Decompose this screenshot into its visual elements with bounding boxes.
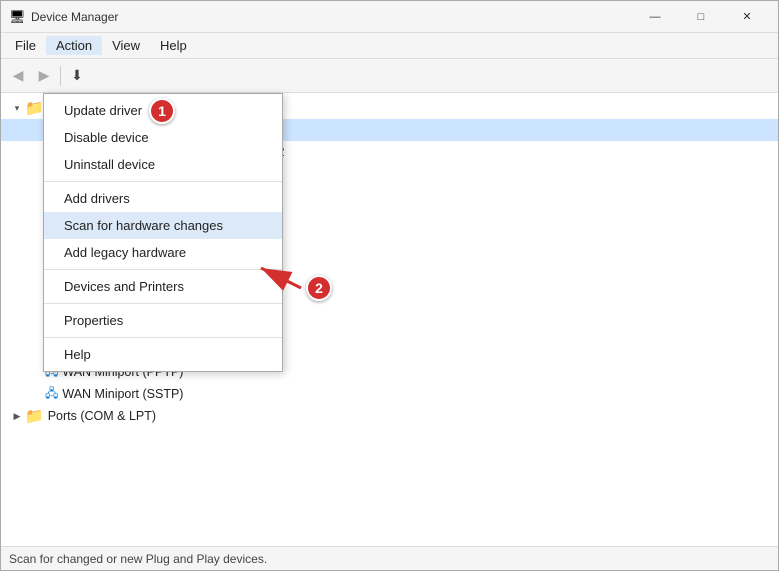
action-dropdown-menu: Update driver Disable device Uninstall d… xyxy=(43,93,283,372)
toolbar: ◀ ▶ ⬇ xyxy=(1,59,778,93)
menu-disable-device[interactable]: Disable device xyxy=(44,124,282,151)
tree-label-wan-sstp: WAN Miniport (SSTP) xyxy=(62,387,183,401)
tree-item-ports[interactable]: ▶ 📁 Ports (COM & LPT) xyxy=(1,405,778,427)
maximize-button[interactable]: □ xyxy=(678,1,724,33)
expand-icon-ports: ▶ xyxy=(9,408,25,424)
menu-view[interactable]: View xyxy=(102,36,150,55)
menu-bar: File Action View Help Update driver Disa… xyxy=(1,33,778,59)
expand-icon: ▾ xyxy=(9,100,25,116)
annotation-badge-2: 2 xyxy=(306,275,332,301)
menu-properties[interactable]: Properties xyxy=(44,307,282,334)
tree-item-wan-sstp[interactable]: 🖧 WAN Miniport (SSTP) xyxy=(1,383,778,405)
tree-label-ports: Ports (COM & LPT) xyxy=(48,409,156,423)
device-manager-window: 🖥 Device Manager — □ ✕ File Action View … xyxy=(0,0,779,571)
menu-add-drivers[interactable]: Add drivers xyxy=(44,185,282,212)
toolbar-forward-button[interactable]: ▶ xyxy=(31,63,57,89)
annotation-badge-1: 1 xyxy=(149,98,175,124)
window-title: Device Manager xyxy=(31,10,632,24)
window-icon: 🖥 xyxy=(9,9,25,25)
menu-devices-printers[interactable]: Devices and Printers xyxy=(44,273,282,300)
status-text: Scan for changed or new Plug and Play de… xyxy=(9,552,267,566)
ports-category-icon: 📁 xyxy=(25,407,44,425)
toolbar-separator xyxy=(60,66,61,86)
menu-file[interactable]: File xyxy=(5,36,46,55)
separator-3 xyxy=(44,303,282,304)
menu-scan-hardware[interactable]: Scan for hardware changes xyxy=(44,212,282,239)
category-icon: 📁 xyxy=(25,99,44,117)
separator-1 xyxy=(44,181,282,182)
toolbar-back-button[interactable]: ◀ xyxy=(5,63,31,89)
separator-4 xyxy=(44,337,282,338)
toolbar-download-button[interactable]: ⬇ xyxy=(64,63,90,89)
separator-2 xyxy=(44,269,282,270)
menu-uninstall-device[interactable]: Uninstall device xyxy=(44,151,282,178)
menu-help[interactable]: Help xyxy=(150,36,197,55)
window-controls: — □ ✕ xyxy=(632,1,770,33)
menu-action[interactable]: Action xyxy=(46,36,102,55)
status-bar: Scan for changed or new Plug and Play de… xyxy=(1,546,778,570)
title-bar: 🖥 Device Manager — □ ✕ xyxy=(1,1,778,33)
menu-help-action[interactable]: Help xyxy=(44,341,282,368)
close-button[interactable]: ✕ xyxy=(724,1,770,33)
minimize-button[interactable]: — xyxy=(632,1,678,33)
adapter-icon-13: 🖧 xyxy=(45,384,58,405)
menu-add-legacy[interactable]: Add legacy hardware xyxy=(44,239,282,266)
